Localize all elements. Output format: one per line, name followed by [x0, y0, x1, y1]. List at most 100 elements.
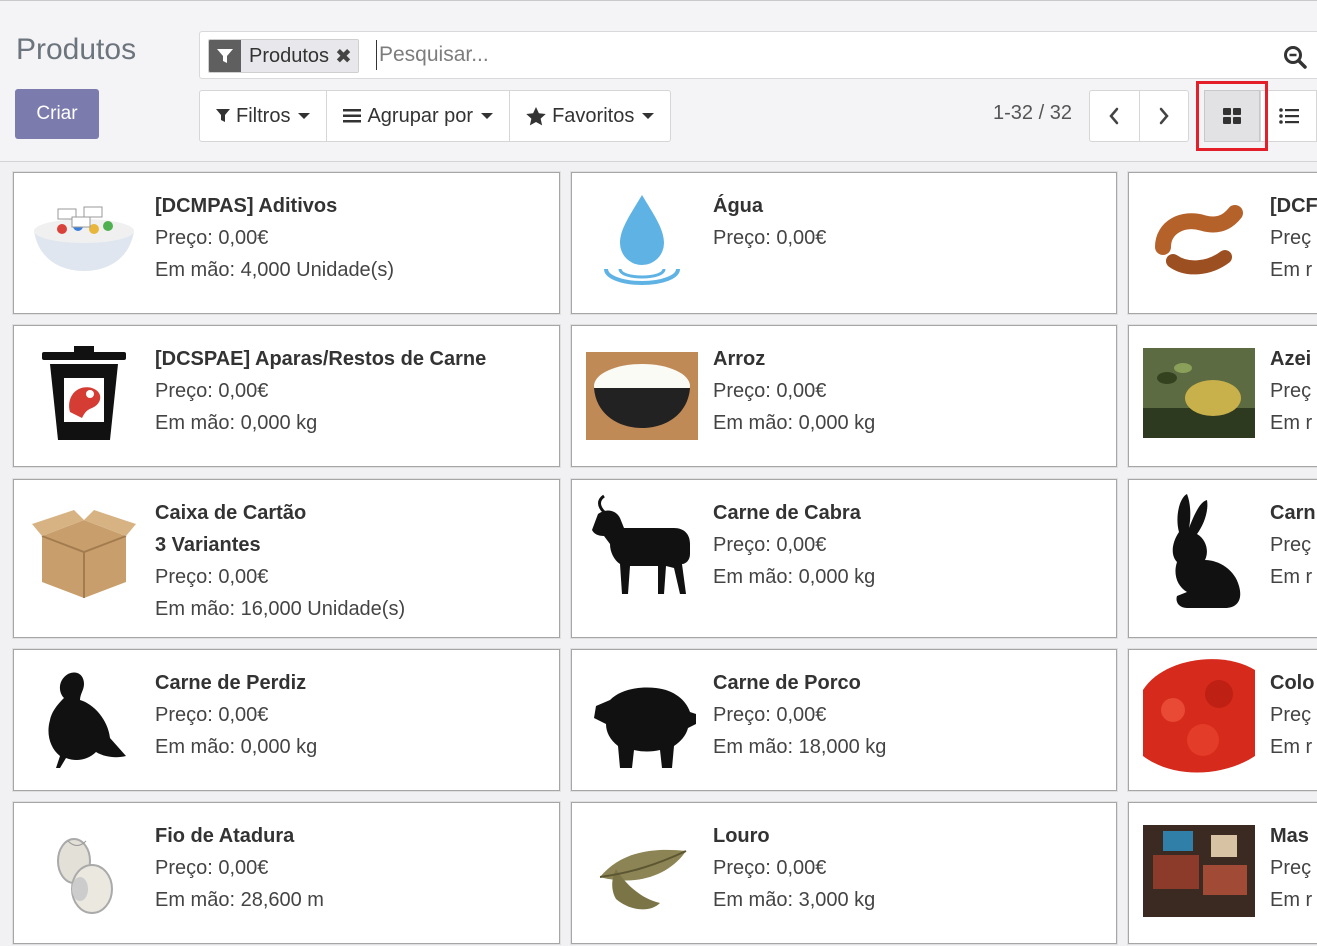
product-card[interactable]: Carne de Cabra Preço: 0,00€ Em mão: 0,00… — [571, 479, 1117, 638]
product-card[interactable]: Azei Preç Em r — [1128, 325, 1317, 467]
product-stock: Em mão: 0,000 kg — [713, 412, 876, 434]
paprika-image — [1143, 650, 1255, 776]
product-card[interactable]: [DCF Preç Em r — [1128, 172, 1317, 314]
create-button[interactable]: Criar — [15, 89, 99, 139]
pager-value[interactable]: 1-32 / 32 — [993, 102, 1072, 125]
filter-icon — [209, 40, 241, 72]
product-stock: Em mão: 0,000 kg — [713, 566, 876, 588]
product-title[interactable]: Água — [713, 190, 826, 222]
pager-previous-button[interactable] — [1090, 91, 1140, 141]
kanban-view-button[interactable] — [1204, 90, 1260, 142]
filters-label: Filtros — [236, 104, 291, 127]
water-drop-image — [586, 187, 698, 295]
facet-remove-icon[interactable]: ✖ — [335, 44, 352, 69]
chevron-right-icon — [1159, 107, 1169, 125]
additives-bowl-image — [28, 191, 140, 287]
facet-label: Produtos — [249, 44, 330, 67]
product-price: Preç — [1270, 534, 1312, 556]
product-card[interactable]: Mas Preç Em r — [1128, 802, 1317, 944]
page-title: Produtos — [16, 33, 137, 66]
product-info: Azei Preç Em r — [1270, 343, 1312, 439]
product-card[interactable]: Louro Preço: 0,00€ Em mão: 3,000 kg — [571, 802, 1117, 944]
twine-spool-image — [28, 819, 140, 923]
product-info: [DCF Preç Em r — [1270, 190, 1317, 286]
product-price: Preç — [1270, 380, 1312, 402]
product-card[interactable]: Caixa de Cartão 3 Variantes Preço: 0,00€… — [13, 479, 560, 638]
product-card[interactable]: Arroz Preço: 0,00€ Em mão: 0,000 kg — [571, 325, 1117, 467]
product-info: Arroz Preço: 0,00€ Em mão: 0,000 kg — [713, 343, 875, 439]
product-stock: Em r — [1270, 412, 1313, 434]
product-title[interactable]: [DCMPAS] Aditivos — [155, 190, 394, 222]
product-title[interactable]: Arroz — [713, 343, 875, 375]
product-info: Fio de Atadura Preço: 0,00€ Em mão: 28,6… — [155, 820, 324, 916]
product-title[interactable]: Louro — [713, 820, 875, 852]
list-view-button[interactable] — [1260, 90, 1317, 142]
pager-next-button[interactable] — [1140, 91, 1189, 141]
product-title[interactable]: Mas — [1270, 820, 1312, 852]
product-card[interactable]: Carne de Perdiz Preço: 0,00€ Em mão: 0,0… — [13, 649, 560, 791]
product-title[interactable]: Colo — [1270, 667, 1314, 699]
product-card[interactable]: Fio de Atadura Preço: 0,00€ Em mão: 28,6… — [13, 802, 560, 944]
list-icon — [1278, 108, 1299, 124]
search-bar[interactable]: Produtos ✖ — [199, 31, 1317, 79]
product-price: Preç — [1270, 857, 1312, 879]
product-card[interactable]: Colo Preç Em r — [1128, 649, 1317, 791]
product-card[interactable]: Carne de Porco Preço: 0,00€ Em mão: 18,0… — [571, 649, 1117, 791]
product-title[interactable]: Carne de Perdiz — [155, 667, 317, 699]
product-stock: Em mão: 28,600 m — [155, 889, 324, 911]
product-stock: Em mão: 0,000 kg — [155, 736, 318, 758]
product-info: Louro Preço: 0,00€ Em mão: 3,000 kg — [713, 820, 875, 916]
product-title[interactable]: Azei — [1270, 343, 1312, 375]
product-info: Colo Preç Em r — [1270, 667, 1314, 763]
product-info: Água Preço: 0,00€ — [713, 190, 826, 254]
product-stock: Em mão: 4,000 Unidade(s) — [155, 259, 395, 281]
rice-bowl-image — [586, 344, 698, 440]
control-panel: Produtos Criar Produtos ✖ Filtros Agrupa… — [0, 0, 1317, 162]
chevron-down-icon — [642, 113, 655, 119]
product-stock: Em r — [1270, 736, 1313, 758]
product-card[interactable]: [DCMPAS] Aditivos Preço: 0,00€ Em mão: 4… — [13, 172, 560, 314]
product-stock: Em r — [1270, 566, 1313, 588]
pig-image — [586, 666, 698, 774]
product-stock: Em r — [1270, 259, 1313, 281]
product-info: Carne de Cabra Preço: 0,00€ Em mão: 0,00… — [713, 497, 875, 593]
product-price: Preço: 0,00€ — [713, 534, 827, 556]
product-variants: 3 Variantes — [155, 534, 261, 556]
search-input[interactable] — [376, 40, 1259, 70]
product-title[interactable]: Carne de Cabra — [713, 497, 875, 529]
meat-trash-bin-image — [28, 342, 140, 442]
filters-dropdown[interactable]: Filtros — [200, 91, 328, 141]
group-by-dropdown[interactable]: Agrupar por — [327, 91, 511, 141]
product-title[interactable]: Carne de Porco — [713, 667, 886, 699]
goat-image — [586, 494, 698, 604]
facet-label-wrap: Produtos ✖ — [241, 40, 358, 72]
product-card[interactable]: Água Preço: 0,00€ — [571, 172, 1117, 314]
product-price: Preç — [1270, 704, 1312, 726]
group-by-label: Agrupar por — [367, 104, 474, 127]
product-price: Preço: 0,00€ — [155, 704, 269, 726]
bars-icon — [343, 109, 362, 123]
product-info: Carne de Perdiz Preço: 0,00€ Em mão: 0,0… — [155, 667, 317, 763]
cardboard-box-image — [28, 502, 140, 602]
product-info: [DCMPAS] Aditivos Preço: 0,00€ Em mão: 4… — [155, 190, 394, 286]
chevron-down-icon — [298, 113, 311, 119]
product-price: Preço: 0,00€ — [713, 380, 827, 402]
chevron-left-icon — [1109, 107, 1119, 125]
product-title[interactable]: Fio de Atadura — [155, 820, 324, 852]
product-info: Caixa de Cartão 3 Variantes Preço: 0,00€… — [155, 497, 405, 625]
product-price: Preço: 0,00€ — [713, 704, 827, 726]
product-title[interactable]: Carn — [1270, 497, 1316, 529]
product-card[interactable]: Carn Preç Em r — [1128, 479, 1317, 638]
search-icon[interactable] — [1283, 45, 1307, 74]
product-price: Preço: 0,00€ — [155, 227, 269, 249]
product-title[interactable]: [DCF — [1270, 190, 1317, 222]
product-stock: Em mão: 18,000 kg — [713, 736, 887, 758]
product-card[interactable]: [DCSPAE] Aparas/Restos de Carne Preço: 0… — [13, 325, 560, 467]
product-title[interactable]: Caixa de Cartão — [155, 497, 405, 529]
product-price: Preço: 0,00€ — [713, 857, 827, 879]
product-title[interactable]: [DCSPAE] Aparas/Restos de Carne — [155, 343, 486, 375]
kanban-grid: [DCMPAS] Aditivos Preço: 0,00€ Em mão: 4… — [0, 160, 1317, 946]
funnel-icon — [216, 109, 230, 122]
favorites-dropdown[interactable]: Favoritos — [510, 91, 670, 141]
product-price: Preço: 0,00€ — [155, 857, 269, 879]
